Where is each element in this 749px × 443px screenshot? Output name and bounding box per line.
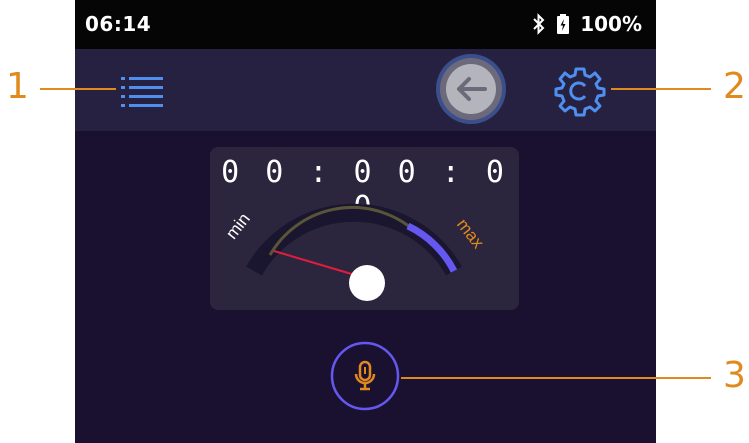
status-bar: 06:14 100%: [75, 0, 656, 49]
callout-3-line: [401, 377, 711, 379]
record-button[interactable]: [329, 340, 401, 412]
status-indicators: 100%: [532, 12, 642, 36]
gear-icon: [554, 67, 606, 117]
battery-percent: 100%: [580, 12, 642, 36]
list-menu-icon: [121, 77, 163, 107]
back-button[interactable]: [433, 51, 509, 127]
callout-2-number: 2: [723, 66, 746, 107]
callout-3-number: 3: [723, 355, 746, 396]
status-time: 06:14: [85, 12, 152, 36]
sound-meter-card: 0 0 : 0 0 : 0 0 min max: [210, 147, 519, 310]
manual-page: 06:14 100% 0 0: 0 0: 0 0 min max 1 2 3: [0, 0, 749, 443]
battery-icon: [556, 13, 570, 35]
gauge-needle: [273, 250, 356, 276]
menu-button[interactable]: [119, 71, 167, 111]
microphone-icon: [330, 341, 400, 411]
top-toolbar: [75, 49, 656, 131]
bluetooth-icon: [532, 13, 546, 35]
callout-1-number: 1: [6, 66, 29, 107]
callout-1-line: [40, 88, 116, 90]
gauge-pivot: [349, 265, 385, 301]
arrow-left-icon: [436, 54, 506, 124]
settings-button[interactable]: [554, 65, 606, 117]
gauge-track: [246, 203, 462, 276]
callout-2-line: [611, 88, 711, 90]
